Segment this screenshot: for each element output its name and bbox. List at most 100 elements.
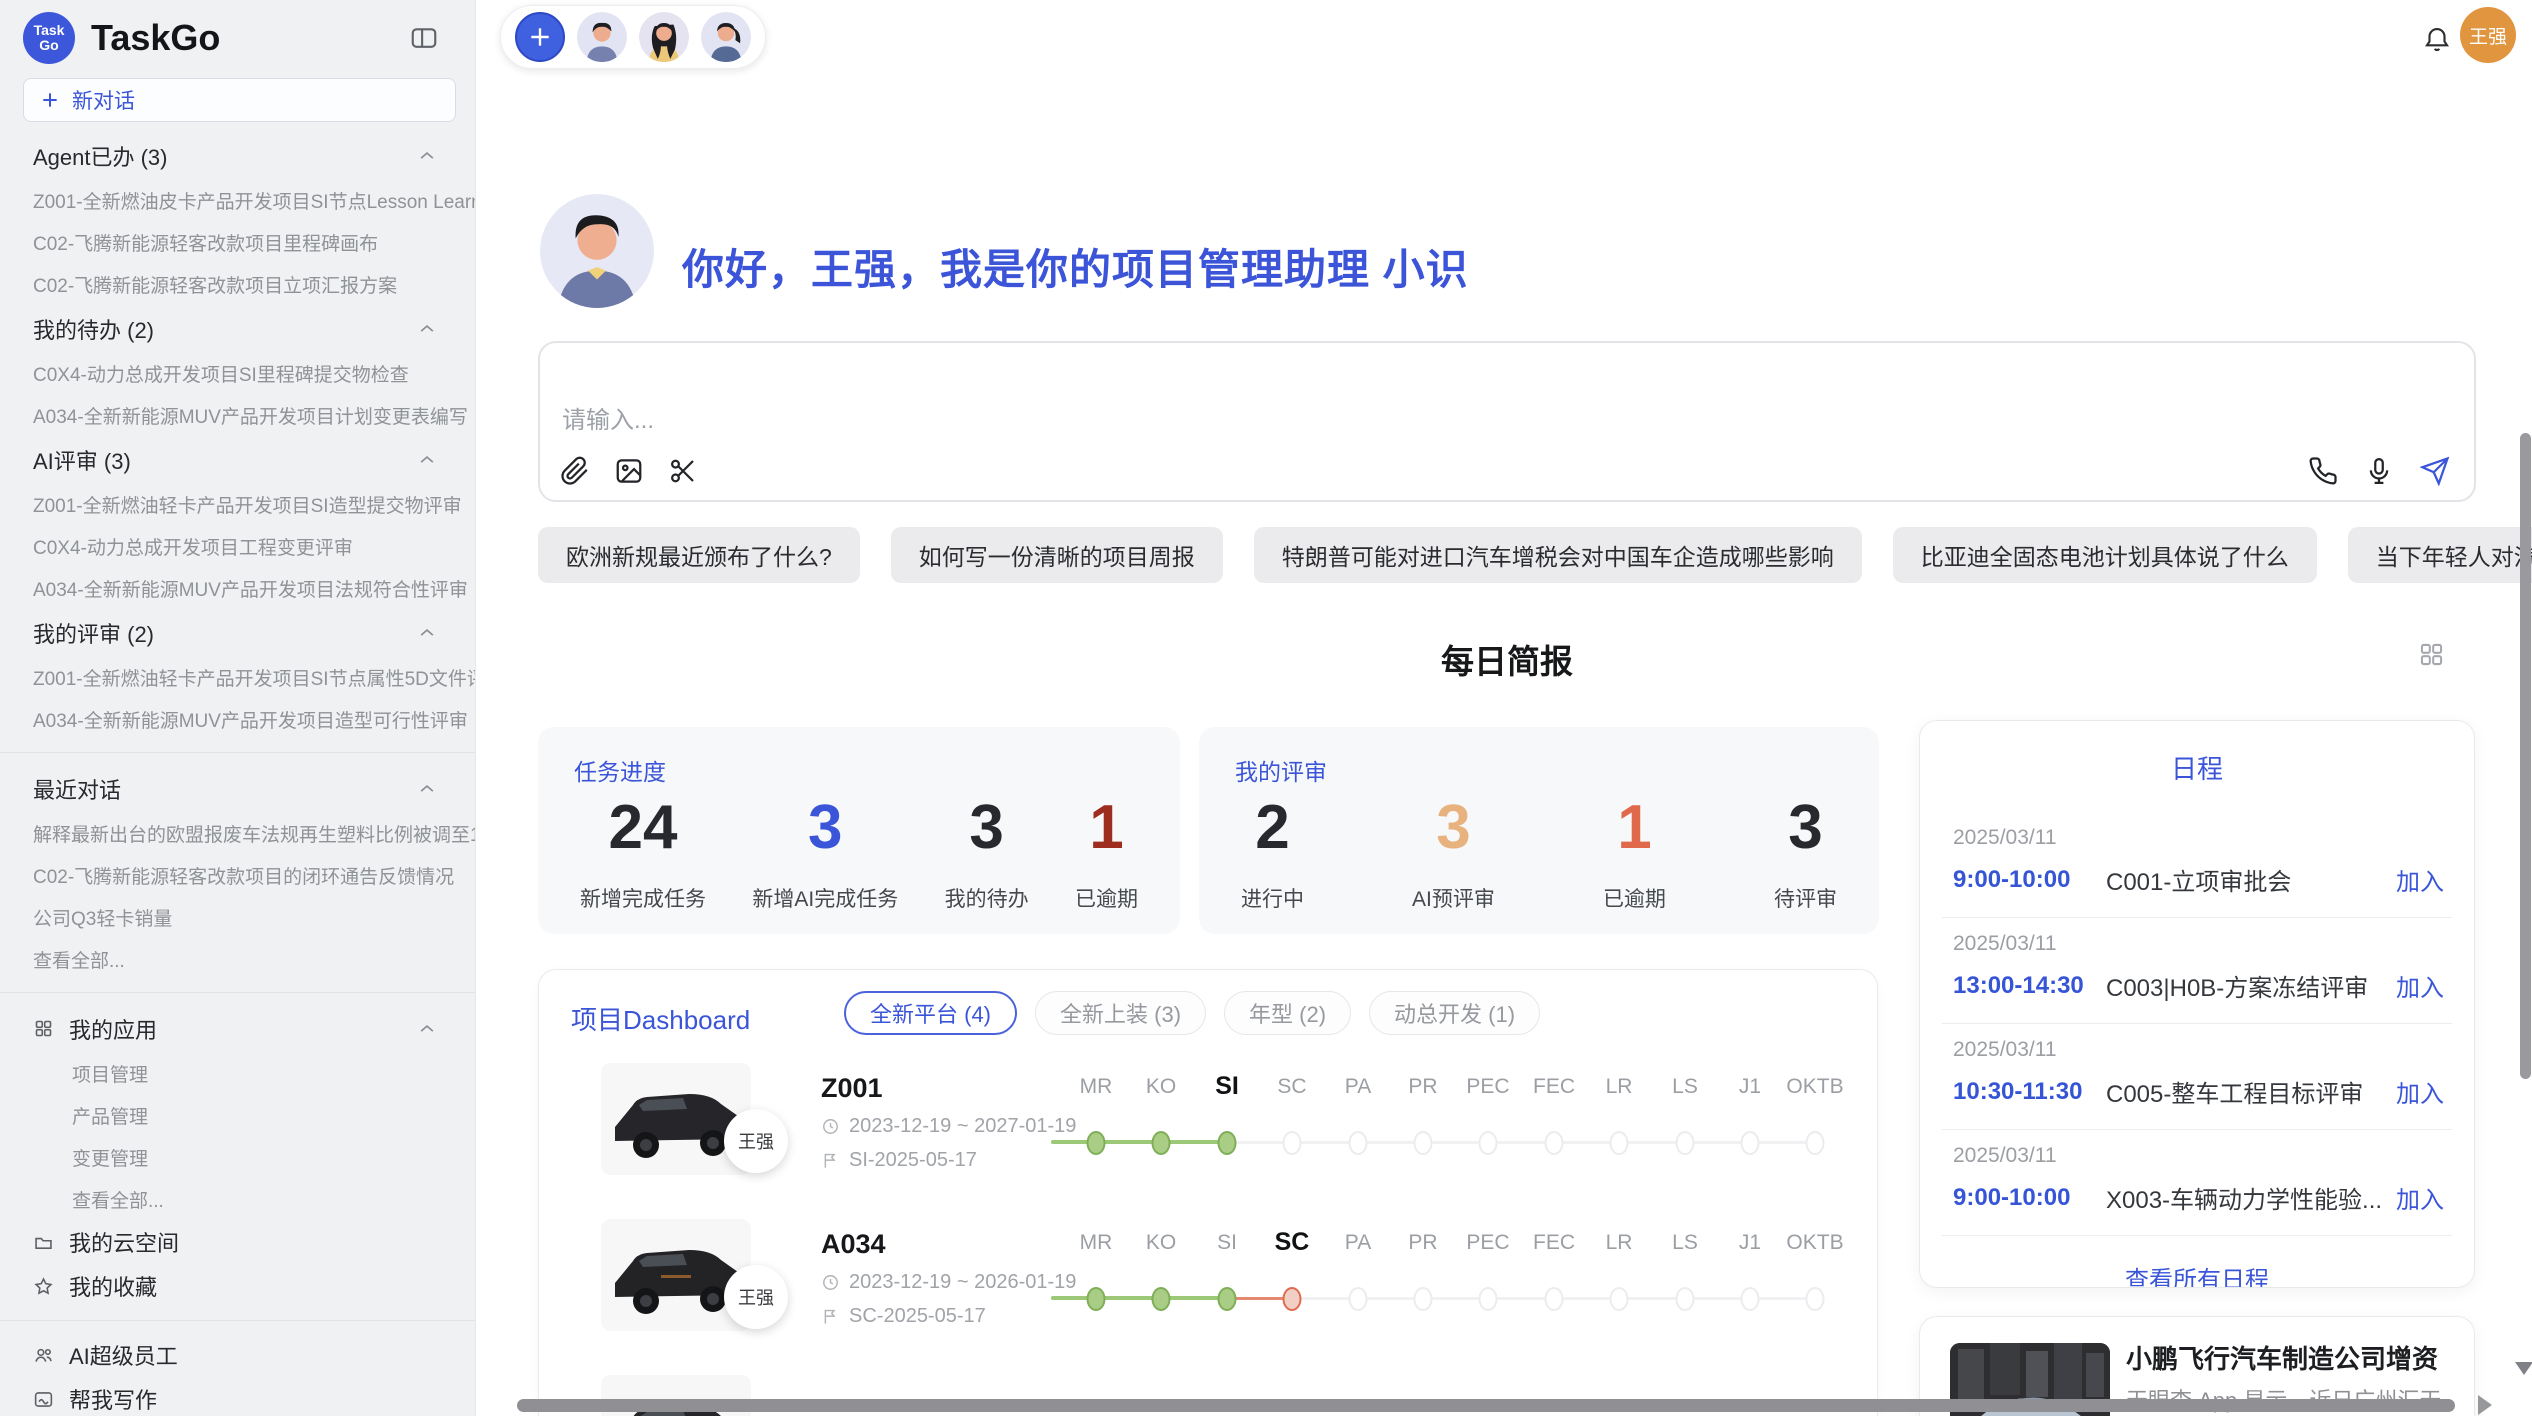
avatar[interactable] — [639, 12, 689, 62]
my-review-card: 我的评审 2进行中 3AI预评审 1已逾期 3待评审 — [1199, 727, 1879, 934]
sidebar-item-product-mgmt[interactable]: 产品管理 — [0, 1094, 475, 1136]
list-item[interactable]: C02-飞腾新能源轻客改款项目立项汇报方案 — [0, 263, 475, 305]
milestone-dot[interactable] — [1218, 1287, 1237, 1311]
filter-pill[interactable]: 动总开发 (1) — [1369, 991, 1540, 1035]
list-item[interactable]: A034-全新新能源MUV产品开发项目计划变更表编写 — [0, 394, 475, 436]
view-all-schedule-link[interactable]: 查看所有日程 — [1920, 1260, 2474, 1288]
list-item[interactable]: C0X4-动力总成开发项目工程变更评审 — [0, 525, 475, 567]
send-icon[interactable] — [2420, 456, 2450, 486]
milestone-dot[interactable] — [1349, 1287, 1368, 1311]
chat-input[interactable] — [562, 407, 1862, 435]
milestone-dot[interactable] — [1741, 1131, 1760, 1155]
milestone-dot[interactable] — [1152, 1287, 1171, 1311]
join-link[interactable]: 加入 — [2396, 968, 2444, 1003]
milestone-dot[interactable] — [1479, 1287, 1498, 1311]
new-chat-button[interactable]: 新对话 — [23, 78, 456, 122]
suggestion-chip[interactable]: 当下年轻人对汽车外观有怎样的喜好趋势 — [2348, 527, 2532, 583]
milestone-label: SC — [1275, 1228, 1310, 1257]
suggestion-chip[interactable]: 欧洲新规最近颁布了什么? — [538, 527, 860, 583]
milestone-dot[interactable] — [1676, 1131, 1695, 1155]
card-title[interactable]: 我的评审 — [1235, 753, 1327, 787]
milestone-dot[interactable] — [1610, 1131, 1629, 1155]
join-link[interactable]: 加入 — [2396, 862, 2444, 897]
milestone-dot[interactable] — [1218, 1131, 1237, 1155]
folder-icon — [33, 1232, 54, 1253]
avatar[interactable] — [701, 12, 751, 62]
section-agent-done[interactable]: Agent已办 (3) — [0, 132, 475, 179]
paperclip-icon[interactable] — [560, 456, 590, 486]
milestone-dot[interactable] — [1676, 1287, 1695, 1311]
avatar[interactable] — [577, 12, 627, 62]
section-my-todo[interactable]: 我的待办 (2) — [0, 305, 475, 352]
section-recent-chats[interactable]: 最近对话 — [0, 765, 475, 812]
view-all-apps[interactable]: 查看全部... — [0, 1178, 475, 1220]
list-item[interactable]: A034-全新新能源MUV产品开发项目造型可行性评审 — [0, 698, 475, 740]
section-ai-review[interactable]: AI评审 (3) — [0, 436, 475, 483]
schedule-time: 10:30-11:30 — [1953, 1078, 2106, 1106]
horizontal-scrollbar[interactable] — [517, 1399, 2455, 1412]
schedule-item[interactable]: 2025/03/11 13:00-14:30 C003|H0B-方案冻结评审 加… — [1920, 918, 2474, 1023]
list-item[interactable]: C02-飞腾新能源轻客改款项目的闭环通告反馈情况 — [0, 854, 475, 896]
scissors-icon[interactable] — [668, 456, 698, 486]
scroll-right-arrow[interactable] — [2478, 1395, 2492, 1415]
suggestion-chip[interactable]: 比亚迪全固态电池计划具体说了什么 — [1893, 527, 2317, 583]
phone-icon[interactable] — [2308, 456, 2338, 486]
card-title[interactable]: 任务进度 — [574, 753, 666, 787]
sidebar-item-cloud-space[interactable]: 我的云空间 — [0, 1220, 475, 1264]
milestone-dot[interactable] — [1806, 1131, 1825, 1155]
list-item[interactable]: A034-全新新能源MUV产品开发项目法规符合性评审 — [0, 567, 475, 609]
vertical-scrollbar[interactable] — [2520, 433, 2531, 1079]
sidebar-item-write-helper[interactable]: 帮我写作 — [0, 1377, 475, 1416]
sidebar-item-ai-staff[interactable]: AI超级员工 — [0, 1333, 475, 1377]
milestone-dot[interactable] — [1545, 1131, 1564, 1155]
sidebar-collapse-icon[interactable] — [409, 23, 439, 53]
project-row[interactable]: 王强 A034 2023-12-19 ~ 2026-01-19 SC-2025-… — [539, 1219, 1877, 1384]
add-member-button[interactable] — [515, 12, 565, 62]
image-icon[interactable] — [614, 456, 644, 486]
list-item[interactable]: 解释最新出台的欧盟报废车法规再生塑料比例被调至15%... — [0, 812, 475, 854]
schedule-item[interactable]: 2025/03/11 9:00-10:00 C001-立项审批会 加入 — [1920, 812, 2474, 917]
microphone-icon[interactable] — [2364, 456, 2394, 486]
view-all-chats[interactable]: 查看全部... — [0, 938, 475, 980]
scroll-down-arrow[interactable] — [2515, 1362, 2532, 1375]
suggestion-chip[interactable]: 特朗普可能对进口汽车增税会对中国车企造成哪些影响 — [1254, 527, 1862, 583]
milestone-dot[interactable] — [1414, 1287, 1433, 1311]
milestone-dot[interactable] — [1545, 1287, 1564, 1311]
section-my-apps[interactable]: 我的应用 — [0, 1005, 475, 1052]
list-item[interactable]: 公司Q3轻卡销量 — [0, 896, 475, 938]
join-link[interactable]: 加入 — [2396, 1180, 2444, 1215]
filter-pill[interactable]: 全新上装 (3) — [1035, 991, 1206, 1035]
milestone-dot[interactable] — [1152, 1131, 1171, 1155]
milestone-dot[interactable] — [1414, 1131, 1433, 1155]
milestone-dot[interactable] — [1610, 1287, 1629, 1311]
sidebar-item-favorites[interactable]: 我的收藏 — [0, 1264, 475, 1308]
list-item[interactable]: Z001-全新燃油轻卡产品开发项目SI造型提交物评审 — [0, 483, 475, 525]
list-item[interactable]: C02-飞腾新能源轻客改款项目里程碑画布 — [0, 221, 475, 263]
list-item[interactable]: Z001-全新燃油轻卡产品开发项目SI节点属性5D文件评审 — [0, 656, 475, 698]
milestone-dot[interactable] — [1479, 1131, 1498, 1155]
milestone-dot-overdue[interactable] — [1283, 1287, 1302, 1311]
section-my-review[interactable]: 我的评审 (2) — [0, 609, 475, 656]
milestone-dot[interactable] — [1087, 1287, 1106, 1311]
milestone-dot[interactable] — [1349, 1131, 1368, 1155]
sidebar-item-change-mgmt[interactable]: 变更管理 — [0, 1136, 475, 1178]
suggestion-chip[interactable]: 如何写一份清晰的项目周报 — [891, 527, 1223, 583]
project-row[interactable]: 王强 Z001 2023-12-19 ~ 2027-01-19 SI-2025-… — [539, 1063, 1877, 1228]
notification-bell-icon[interactable] — [2422, 24, 2452, 54]
sidebar-item-project-mgmt[interactable]: 项目管理 — [0, 1052, 475, 1094]
layout-grid-icon[interactable] — [2418, 641, 2445, 668]
schedule-item[interactable]: 2025/03/11 10:30-11:30 C005-整车工程目标评审 加入 — [1920, 1024, 2474, 1129]
list-item[interactable]: C0X4-动力总成开发项目SI里程碑提交物检查 — [0, 352, 475, 394]
list-item[interactable]: Z001-全新燃油皮卡产品开发项目SI节点Lesson Learn报告 — [0, 179, 475, 221]
filter-pill[interactable]: 全新平台 (4) — [844, 991, 1017, 1035]
milestone-label: LS — [1672, 1075, 1698, 1099]
milestone-dot[interactable] — [1283, 1131, 1302, 1155]
milestone-dot[interactable] — [1087, 1131, 1106, 1155]
milestone-dot[interactable] — [1806, 1287, 1825, 1311]
user-avatar[interactable]: 王强 — [2460, 7, 2516, 63]
milestone-dot[interactable] — [1741, 1287, 1760, 1311]
schedule-item[interactable]: 2025/03/11 9:00-10:00 X003-车辆动力学性能验... 加… — [1920, 1130, 2474, 1235]
dashboard-title[interactable]: 项目Dashboard — [571, 1000, 750, 1037]
filter-pill[interactable]: 年型 (2) — [1224, 991, 1351, 1035]
join-link[interactable]: 加入 — [2396, 1074, 2444, 1109]
